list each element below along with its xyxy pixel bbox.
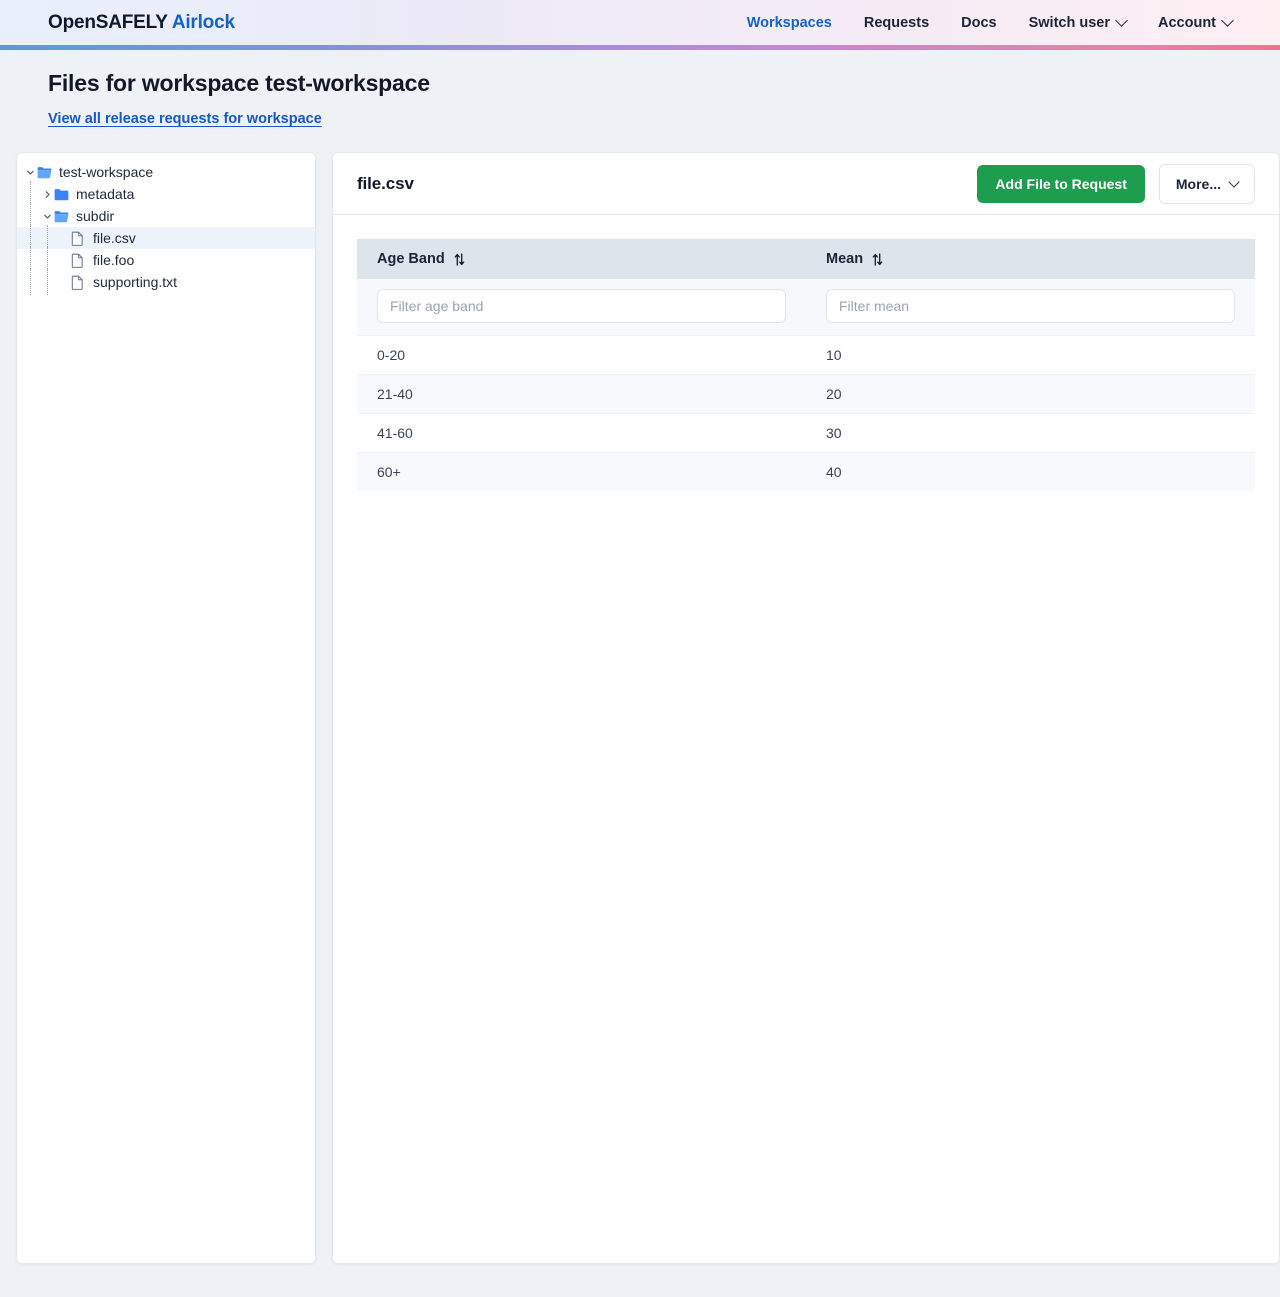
column-header-label: Age Band — [377, 251, 445, 267]
tree-item-label: test-workspace — [59, 164, 154, 180]
nav-link-label: Requests — [863, 14, 930, 31]
chevron-down-icon — [26, 170, 34, 175]
sort-icon — [872, 252, 883, 266]
chevron-down-icon — [1221, 14, 1234, 27]
filter-cell — [806, 279, 1255, 336]
chevron-down-icon — [1228, 175, 1240, 188]
table-cell: 20 — [806, 374, 1255, 414]
file-tree-panel: test-workspace metadata subdir file.csv file… — [16, 152, 316, 1264]
table-row: 41-60 30 — [357, 413, 1255, 453]
table-row: 21-40 20 — [357, 374, 1255, 414]
folder-open-icon — [54, 210, 69, 222]
table-header-row: Age Band Mean — [357, 239, 1255, 279]
tree-file-file-csv[interactable]: file.csv — [17, 225, 315, 251]
file-icon — [71, 253, 83, 268]
table-row: 0-20 10 — [357, 335, 1255, 375]
more-options-button[interactable]: More... — [1158, 163, 1255, 204]
chevron-down-icon — [1115, 14, 1128, 27]
tree-guide-line — [47, 269, 48, 295]
nav-link-account[interactable]: Account — [1158, 14, 1234, 31]
chevron-down-icon — [43, 214, 51, 219]
brand-name-accent: Airlock — [171, 11, 235, 33]
column-sort-control[interactable]: Mean — [826, 251, 883, 267]
column-header-mean[interactable]: Mean — [806, 239, 1255, 279]
nav-link-requests[interactable]: Requests — [864, 15, 929, 31]
table-filter-row — [357, 279, 1255, 336]
add-file-to-request-button[interactable]: Add File to Request — [977, 164, 1145, 203]
table-cell: 10 — [806, 335, 1255, 375]
table-cell: 41-60 — [357, 413, 806, 453]
nav-link-workspaces[interactable]: Workspaces — [747, 15, 832, 31]
file-content-header: file.csv Add File to Request More... — [333, 153, 1279, 215]
folder-open-icon — [54, 210, 72, 223]
folder-closed-icon — [54, 188, 72, 201]
tree-guide-line — [30, 269, 31, 295]
table-row: 60+ 40 — [357, 452, 1255, 491]
file-icon — [71, 275, 83, 290]
tree-item-label: file.csv — [93, 230, 136, 246]
brand-name-primary: OpenSAFELY — [48, 11, 168, 33]
sort-icon — [454, 252, 465, 266]
tree-item-label: supporting.txt — [93, 274, 178, 290]
nav-link-switch-user[interactable]: Switch user — [1028, 14, 1128, 31]
folder-closed-icon — [54, 188, 69, 200]
folder-open-icon — [37, 166, 52, 178]
nav-links: Workspaces Requests Docs Switch user Account — [747, 14, 1234, 31]
table-cell: 21-40 — [357, 374, 806, 414]
tree-file-file-foo[interactable]: file.foo — [17, 247, 315, 273]
view-all-release-requests-link[interactable]: View all release requests for workspace — [48, 111, 322, 127]
filter-input-mean[interactable] — [826, 289, 1235, 323]
folder-open-icon — [37, 166, 55, 179]
nav-link-label: Switch user — [1028, 14, 1110, 31]
chevron-right-icon — [45, 190, 50, 198]
brand-logo[interactable]: OpenSAFELY Airlock — [48, 12, 235, 34]
file-icon — [71, 275, 89, 290]
csv-table-wrapper: Age Band Mean 0-201021-402041-603060+40 — [333, 215, 1279, 491]
page-subheader: View all release requests for workspace — [48, 110, 1232, 128]
table-cell: 60+ — [357, 452, 806, 491]
column-header-label: Mean — [826, 251, 864, 267]
file-name-heading: file.csv — [357, 173, 414, 193]
filter-input-age-band[interactable] — [377, 289, 786, 323]
file-tree: test-workspace metadata subdir file.csv file… — [17, 161, 315, 295]
tree-item-label: subdir — [76, 208, 115, 224]
filter-cell — [357, 279, 806, 336]
chevron-right-icon[interactable] — [40, 190, 54, 199]
tree-item-label: metadata — [76, 186, 135, 202]
table-cell: 0-20 — [357, 335, 806, 375]
table-body: 0-20 10 21-40 20 41-60 30 60+ 40 — [357, 335, 1255, 491]
nav-link-label: Account — [1158, 14, 1216, 31]
file-content-panel: file.csv Add File to Request More... Age… — [332, 152, 1280, 1264]
column-sort-control[interactable]: Age Band — [377, 251, 465, 267]
page-title: Files for workspace test-workspace — [48, 70, 430, 96]
main-layout: test-workspace metadata subdir file.csv file… — [0, 128, 1280, 1264]
page-header: Files for workspace test-workspace View … — [0, 50, 1280, 128]
column-header-age-band[interactable]: Age Band — [357, 239, 806, 279]
nav-link-label: Workspaces — [746, 14, 832, 31]
csv-data-table: Age Band Mean 0-201021-402041-603060+40 — [357, 239, 1255, 491]
tree-folder-metadata[interactable]: metadata — [17, 181, 315, 207]
tree-folder-subdir[interactable]: subdir — [17, 203, 315, 229]
tree-item-label: file.foo — [93, 252, 135, 268]
nav-link-label: Docs — [961, 14, 997, 31]
file-actions: Add File to Request More... — [977, 163, 1255, 204]
chevron-down-icon[interactable] — [40, 212, 54, 221]
table-cell: 30 — [806, 413, 1255, 453]
table-cell: 40 — [806, 452, 1255, 491]
tree-folder-test-workspace[interactable]: test-workspace — [17, 161, 315, 183]
chevron-down-icon[interactable] — [23, 168, 37, 177]
nav-link-docs[interactable]: Docs — [961, 15, 996, 31]
file-icon — [71, 231, 89, 246]
file-icon — [71, 253, 89, 268]
more-options-label: More... — [1175, 175, 1221, 192]
tree-file-supporting-txt[interactable]: supporting.txt — [17, 269, 315, 295]
file-icon — [71, 231, 83, 246]
top-navigation-bar: OpenSAFELY Airlock Workspaces Requests Doc… — [0, 0, 1280, 45]
table-head: Age Band Mean — [357, 239, 1255, 336]
